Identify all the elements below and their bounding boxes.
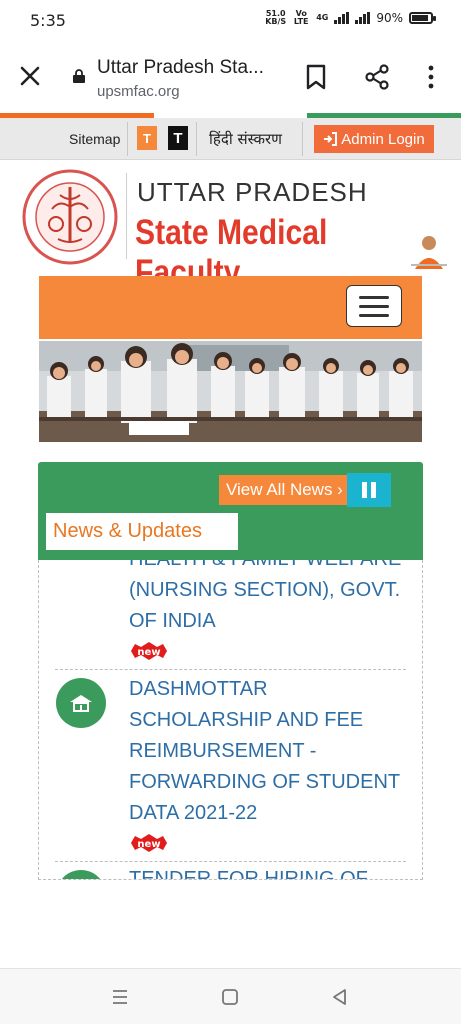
status-bar: 5:35 51.0 KB/S Vo LTE 4G 90% — [0, 0, 461, 40]
lock-icon — [73, 69, 85, 83]
text-size-large-button[interactable]: T — [168, 126, 188, 150]
signal-icon — [334, 12, 350, 24]
menu-toggle-button[interactable] — [346, 285, 402, 327]
admin-login-button[interactable]: Admin Login — [314, 125, 434, 153]
divider — [127, 122, 128, 156]
news-updates-heading: News & Updates — [46, 513, 238, 550]
status-icons: 51.0 KB/S Vo LTE 4G 90% — [265, 9, 436, 26]
new-badge-icon: new — [131, 834, 167, 852]
chief-minister-photo — [411, 236, 447, 269]
news-item[interactable]: DASHMOTTAR SCHOLARSHIP AND FEE REIMBURSE… — [39, 670, 422, 853]
news-item[interactable]: HEALTH & FAMILY WELFARE (NURSING SECTION… — [39, 560, 422, 661]
view-all-news-button[interactable]: View All News › — [219, 475, 349, 505]
recent-apps-icon[interactable] — [110, 987, 130, 1007]
news-list-container[interactable]: HEALTH & FAMILY WELFARE (NURSING SECTION… — [38, 560, 423, 880]
news-item-text: DASHMOTTAR SCHOLARSHIP AND FEE REIMBURSE… — [129, 678, 400, 824]
state-emblem-logo[interactable] — [22, 169, 118, 265]
network-type: 4G — [316, 13, 329, 22]
page-title: Uttar Pradesh Sta... — [97, 57, 264, 78]
divider — [302, 122, 303, 156]
menu-icon-bar — [359, 313, 389, 317]
battery-icon — [409, 12, 436, 24]
news-item[interactable]: TENDER FOR HIRING OF — [39, 862, 422, 880]
admin-login-label: Admin Login — [341, 130, 425, 148]
hindi-version-link[interactable]: हिंदी संस्करण — [209, 129, 282, 149]
net-speed-unit: KB/S — [265, 17, 287, 26]
net-speed: 51.0 KB/S — [265, 10, 286, 26]
share-icon[interactable] — [364, 64, 390, 90]
students-banner-image — [39, 341, 422, 442]
svg-text:new: new — [137, 839, 160, 850]
pause-icon-bar — [362, 482, 367, 498]
header-divider — [126, 173, 127, 259]
divider — [196, 122, 197, 156]
status-time: 5:35 — [30, 11, 66, 30]
browser-toolbar: Uttar Pradesh Sta... upsmfac.org — [0, 40, 461, 113]
pause-icon-bar — [371, 482, 376, 498]
battery-percent: 90% — [376, 11, 403, 25]
news-circle-icon — [56, 678, 106, 728]
news-item-text: TENDER FOR HIRING OF — [129, 868, 368, 880]
text-size-small-button[interactable]: T — [137, 126, 157, 150]
news-circle-icon — [56, 870, 106, 879]
new-badge-icon: new — [131, 642, 167, 660]
system-navigation-bar — [0, 968, 461, 1024]
close-icon[interactable] — [18, 64, 42, 88]
menu-icon-bar — [359, 304, 389, 308]
menu-icon-bar — [359, 295, 389, 299]
back-icon[interactable] — [330, 987, 350, 1007]
news-item-text: HEALTH & FAMILY WELFARE (NURSING SECTION… — [129, 560, 401, 632]
more-options-icon[interactable] — [423, 64, 439, 90]
bookmark-icon[interactable] — [305, 64, 327, 90]
sitemap-link[interactable]: Sitemap — [69, 131, 120, 147]
svg-text:new: new — [137, 647, 160, 658]
site-title-line1: UTTAR PRADESH — [137, 177, 368, 207]
volte-icon: Vo LTE — [293, 9, 309, 26]
sign-in-icon — [324, 132, 338, 146]
signal-icon-2 — [355, 12, 371, 24]
home-icon[interactable] — [220, 987, 240, 1007]
site-header: UTTAR PRADESH State Medical Faculty — [0, 161, 461, 292]
site-top-bar: Sitemap T T हिंदी संस्करण Admin Login — [0, 118, 461, 160]
main-navbar — [39, 276, 422, 339]
page-url[interactable]: upsmfac.org — [97, 83, 180, 100]
pause-ticker-button[interactable] — [347, 473, 391, 507]
